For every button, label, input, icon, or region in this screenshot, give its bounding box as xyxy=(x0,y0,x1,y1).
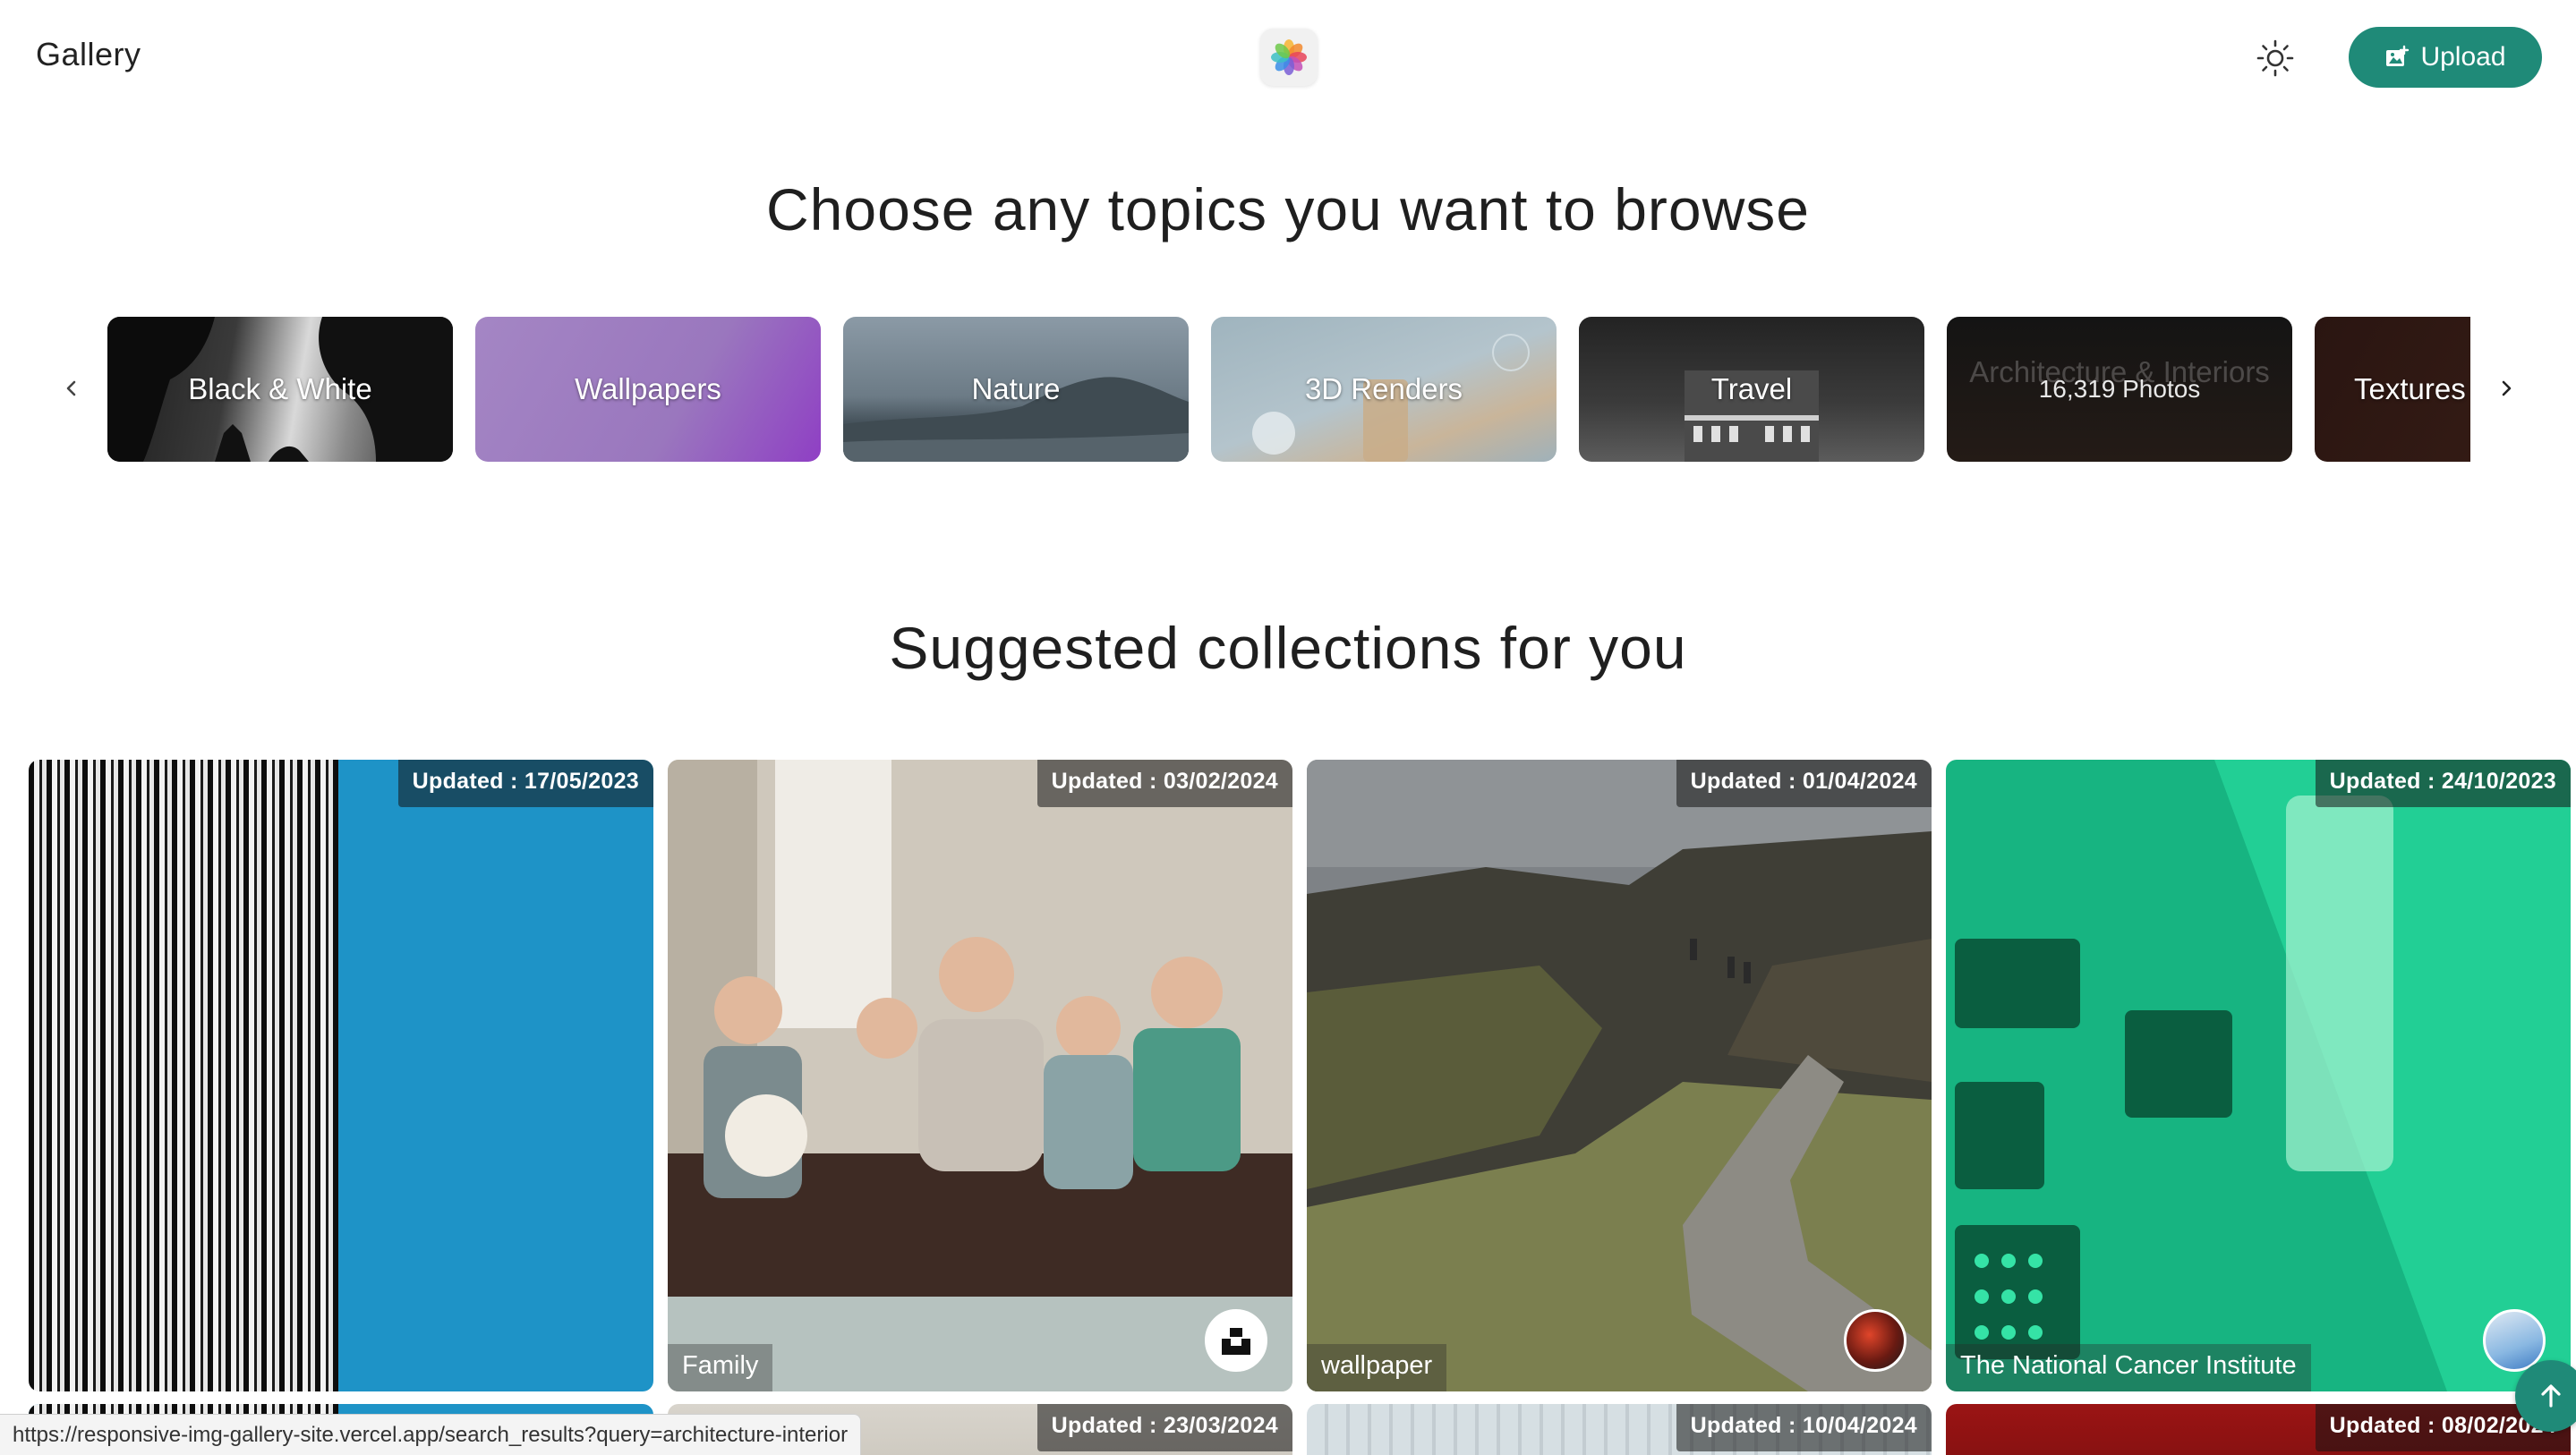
topic-card-wallpapers[interactable]: Wallpapers xyxy=(475,317,821,462)
collection-title: Family xyxy=(668,1344,773,1391)
collections-heading: Suggested collections for you xyxy=(889,615,1687,681)
topic-label: 3D Renders xyxy=(1304,372,1463,405)
topic-card-travel[interactable]: Travel xyxy=(1579,317,1924,462)
carousel-next-button[interactable] xyxy=(2488,370,2524,406)
updated-badge: Updated : 01/04/2024 xyxy=(1676,760,1932,807)
collection-card[interactable]: Updated : 08/02/2024 xyxy=(1946,1404,2571,1455)
topic-card-textures[interactable]: Textures & xyxy=(2315,317,2470,462)
arrow-up-icon xyxy=(2541,1384,2561,1408)
collection-title: wallpaper xyxy=(1307,1344,1447,1391)
topic-card-black-white[interactable]: Black & White xyxy=(107,317,453,462)
collection-title: The National Cancer Institute xyxy=(1946,1344,2311,1391)
topics-heading: Choose any topics you want to browse xyxy=(766,176,1810,242)
link-preview-statusbar: https://responsive-img-gallery-site.verc… xyxy=(0,1414,862,1455)
chevron-left-icon xyxy=(66,380,76,396)
curator-avatar[interactable] xyxy=(1844,1309,1906,1372)
brand-title[interactable]: Gallery xyxy=(36,36,141,73)
theme-toggle-button[interactable] xyxy=(2251,34,2299,82)
topic-card-nature[interactable]: Nature xyxy=(843,317,1189,462)
collection-card[interactable]: Updated : 03/02/2024 Family xyxy=(668,760,1292,1391)
gallery-page: Gallery Upload Choose any topics you wan… xyxy=(0,0,2576,1455)
collection-card[interactable]: Updated : 10/04/2024 xyxy=(1307,1404,1932,1455)
collection-image xyxy=(1946,760,2571,1391)
photos-flower-icon[interactable] xyxy=(1260,29,1318,86)
updated-badge: Updated : 23/03/2024 xyxy=(1036,1404,1292,1451)
upload-label: Upload xyxy=(2420,42,2506,72)
updated-badge: Updated : 10/04/2024 xyxy=(1676,1404,1932,1451)
collection-card[interactable]: Updated : 01/04/2024 wallpaper xyxy=(1307,760,1932,1391)
updated-badge: Updated : 24/10/2023 xyxy=(2315,760,2571,807)
topic-label: Black & White xyxy=(188,372,372,405)
sun-icon xyxy=(2256,39,2294,77)
collection-image xyxy=(1307,760,1932,1391)
topic-label: Wallpapers xyxy=(575,372,721,405)
topic-label: Nature xyxy=(971,372,1061,405)
curator-avatar[interactable] xyxy=(1205,1309,1267,1372)
collection-card[interactable]: Updated : 24/10/2023 The National Cancer… xyxy=(1946,760,2571,1391)
carousel-prev-button[interactable] xyxy=(54,370,90,406)
topic-label: Travel xyxy=(1710,372,1793,405)
updated-badge: Updated : 03/02/2024 xyxy=(1036,760,1292,807)
upload-button[interactable]: Upload xyxy=(2349,27,2542,88)
topic-card-architecture-interiors[interactable]: Architecture & Interiors 16,319 Photos xyxy=(1947,317,2292,462)
unsplash-logo-icon xyxy=(1222,1328,1250,1355)
updated-badge: Updated : 17/05/2023 xyxy=(397,760,653,807)
collection-image xyxy=(29,760,338,1391)
collection-card[interactable]: Updated : 17/05/2023 xyxy=(29,760,653,1391)
topic-card-3d-renders[interactable]: 3D Renders xyxy=(1211,317,1557,462)
topics-carousel: Black & White Wallpapers Nature 3D Rende… xyxy=(107,317,2470,462)
collection-image xyxy=(338,760,653,1391)
topic-photo-count: 16,319 Photos xyxy=(2038,375,2201,403)
image-upload-icon xyxy=(2386,45,2410,66)
collection-image xyxy=(668,760,1292,1391)
chevron-right-icon xyxy=(2502,380,2512,396)
topic-label: Textures & xyxy=(2354,372,2470,405)
